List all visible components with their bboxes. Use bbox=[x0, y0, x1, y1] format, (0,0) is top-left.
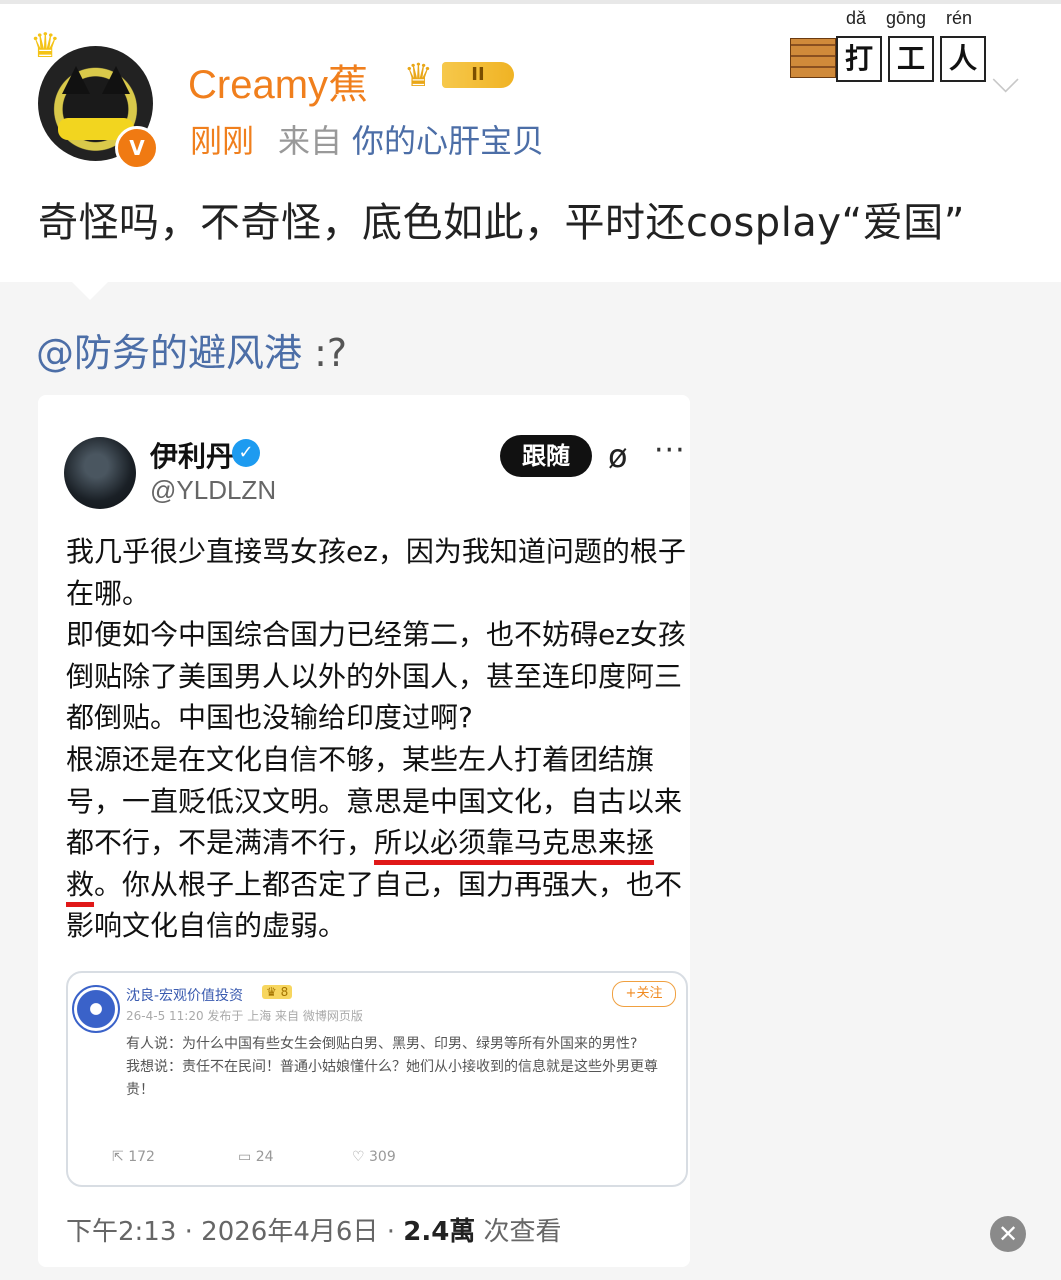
comment-icon: ▭ bbox=[238, 1149, 252, 1165]
crown-icon: ♛ bbox=[404, 56, 433, 94]
tweet-paragraph: 即便如今中国综合国力已经第二，也不妨碍ez女孩倒贴除了美国男人以外的外国人，甚至… bbox=[66, 618, 686, 735]
brick-icon bbox=[790, 38, 836, 78]
tweet-handle: @YLDLZN bbox=[150, 475, 277, 505]
chevron-down-icon[interactable]: ⌵ bbox=[992, 60, 1019, 102]
repost-rest: :? bbox=[302, 331, 348, 375]
pinyin-1: dǎ bbox=[846, 8, 867, 28]
quoted-like-count: ♡ 309 bbox=[352, 1149, 396, 1165]
verified-badge: V bbox=[115, 126, 159, 170]
pinyin-3: rén bbox=[946, 8, 973, 28]
quoted-weibo-card: 沈良-宏观价值投资 ♛ 8 +关注 26-4-5 11:20 发布于 上海 来自… bbox=[66, 971, 688, 1187]
like-icon: ♡ bbox=[352, 1149, 365, 1165]
quoted-level-badge: ♛ 8 bbox=[262, 985, 293, 999]
quoted-meta: 26-4-5 11:20 发布于 上海 来自 微博网页版 bbox=[126, 1009, 363, 1023]
crown-icon: ♛ bbox=[30, 26, 61, 66]
repost-icon: ⇱ bbox=[112, 1149, 124, 1165]
tweet-footer: 下午2:13 · 2026年4月6日 · 2.4萬 次查看 bbox=[66, 1217, 562, 1247]
quoted-author-name: 沈良-宏观价值投资 bbox=[126, 988, 244, 1004]
source-prefix: 来自 bbox=[278, 122, 343, 160]
quoted-text: 有人说：为什么中国有些女生会倒贴白男、黑男、印男、绿男等所有外国来的男性? 我想… bbox=[126, 1036, 658, 1098]
stamp-char-1: 打 bbox=[836, 36, 882, 82]
quoted-repost-count: ⇱ 172 bbox=[112, 1149, 155, 1165]
tweet-author-name: 伊利丹 bbox=[150, 440, 235, 473]
verified-icon: ✓ bbox=[232, 439, 260, 467]
repost-notch bbox=[72, 282, 108, 300]
quoted-follow-button: +关注 bbox=[612, 981, 676, 1007]
close-icon[interactable]: ✕ bbox=[990, 1216, 1026, 1252]
post-meta: 刚刚 来自 你的心肝宝贝 bbox=[190, 116, 544, 162]
more-icon: ··· bbox=[654, 433, 686, 468]
source-link[interactable]: 你的心肝宝贝 bbox=[352, 122, 544, 160]
worker-stamp: dǎ gōng rén 打 工 人 bbox=[790, 8, 990, 82]
post-text: 奇怪吗，不奇怪，底色如此，平时还cosplay“爱国” bbox=[38, 200, 965, 246]
post-time: 刚刚 bbox=[190, 122, 255, 160]
grok-icon: ø bbox=[608, 437, 628, 475]
tweet-body: 我几乎很少直接骂女孩ez，因为我知道问题的根子在哪。 即便如今中国综合国力已经第… bbox=[66, 531, 686, 947]
level-label: II bbox=[442, 62, 514, 88]
follow-button: 跟随 bbox=[500, 435, 592, 477]
quoted-comment-count: ▭ 24 bbox=[238, 1149, 274, 1165]
tweet-paragraph: 我几乎很少直接骂女孩ez，因为我知道问题的根子在哪。 bbox=[66, 535, 686, 610]
quoted-avatar bbox=[72, 985, 120, 1033]
author-name[interactable]: Creamy蕉 bbox=[188, 52, 368, 110]
pinyin-2: gōng bbox=[886, 8, 927, 28]
tweet-paragraph: 根源还是在文化自信不够，某些左人打着团结旗号，一直贬低汉文明。意思是中国文化，自… bbox=[66, 742, 683, 943]
stamp-char-3: 人 bbox=[940, 36, 986, 82]
tweet-avatar bbox=[64, 437, 136, 509]
embedded-screenshot[interactable]: 伊利丹 ✓ @YLDLZN 跟随 ø ··· 我几乎很少直接骂女孩ez，因为我知… bbox=[38, 395, 690, 1267]
stamp-char-2: 工 bbox=[888, 36, 934, 82]
repost-line: @防务的避风港 :? bbox=[36, 322, 347, 377]
view-count: 2.4萬 bbox=[403, 1217, 476, 1247]
mention-link[interactable]: @防务的避风港 bbox=[36, 331, 302, 375]
post-header-area: ♛ V Creamy蕉 ♛ II 刚刚 来自 你的心肝宝贝 dǎ gōng rén … bbox=[0, 0, 1061, 282]
level-badge: ♛ II bbox=[404, 56, 516, 94]
divider bbox=[0, 0, 1061, 4]
